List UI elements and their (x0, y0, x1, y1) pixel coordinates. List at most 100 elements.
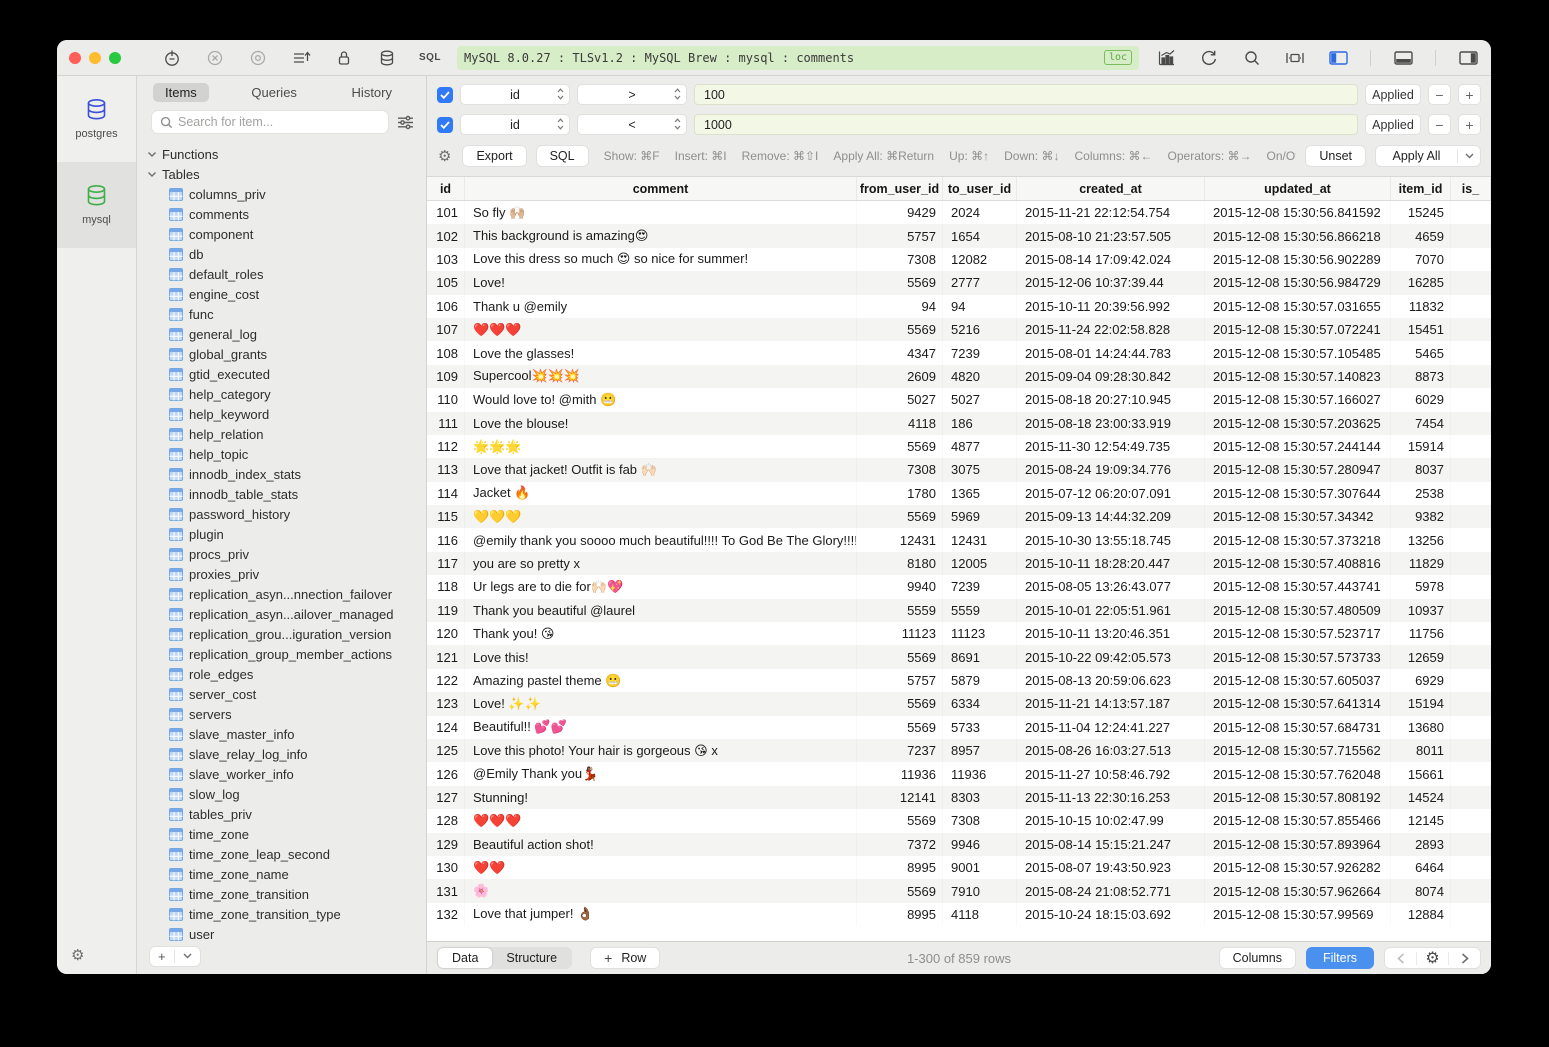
cell-createdat[interactable]: 2015-08-24 21:08:52.771 (1017, 879, 1205, 902)
cell-id[interactable]: 121 (427, 645, 465, 668)
log-icon[interactable] (290, 47, 312, 69)
chevron-down-icon[interactable] (1458, 153, 1480, 159)
cell-createdat[interactable]: 2015-08-05 13:26:43.077 (1017, 575, 1205, 598)
cell-id[interactable]: 106 (427, 295, 465, 318)
cell-itemid[interactable]: 9382 (1391, 505, 1451, 528)
connection-postgres[interactable]: postgres (57, 76, 136, 162)
cell-touserid[interactable]: 9946 (943, 833, 1017, 856)
cell-updatedat[interactable]: 2015-12-08 15:30:57.523717 (1205, 622, 1391, 645)
cell-fromuserid[interactable]: 5569 (857, 505, 943, 528)
cell-fromuserid[interactable]: 4347 (857, 341, 943, 364)
cell-is[interactable] (1451, 388, 1491, 411)
cell-id[interactable]: 123 (427, 692, 465, 715)
cell-fromuserid[interactable]: 8180 (857, 552, 943, 575)
cell-is[interactable] (1451, 271, 1491, 294)
cell-id[interactable]: 114 (427, 482, 465, 505)
cell-createdat[interactable]: 2015-09-04 09:28:30.842 (1017, 365, 1205, 388)
export-button[interactable]: Export (462, 145, 526, 167)
filters-button[interactable]: Filters (1306, 947, 1374, 969)
cell-updatedat[interactable]: 2015-12-08 15:30:56.866218 (1205, 224, 1391, 247)
filter-operator-select[interactable]: > (577, 84, 687, 105)
table-row[interactable]: 114Jacket 🔥178013652015-07-12 06:20:07.0… (427, 482, 1491, 505)
sidebar-table-time-zone-leap-second[interactable]: time_zone_leap_second (147, 844, 426, 864)
cell-updatedat[interactable]: 2015-12-08 15:30:56.841592 (1205, 201, 1391, 224)
add-item-button[interactable]: + (149, 946, 201, 967)
sidebar-table-help-topic[interactable]: help_topic (147, 444, 426, 464)
cell-touserid[interactable]: 5027 (943, 388, 1017, 411)
cell-fromuserid[interactable]: 5569 (857, 809, 943, 832)
cell-updatedat[interactable]: 2015-12-08 15:30:57.031655 (1205, 295, 1391, 318)
cell-touserid[interactable]: 11123 (943, 622, 1017, 645)
table-row[interactable]: 101So fly 🙌🏼942920242015-11-21 22:12:54.… (427, 201, 1491, 224)
cell-comment[interactable]: 🌸 (465, 879, 857, 902)
cell-createdat[interactable]: 2015-11-21 22:12:54.754 (1017, 201, 1205, 224)
cell-id[interactable]: 131 (427, 879, 465, 902)
cell-is[interactable] (1451, 528, 1491, 551)
cell-fromuserid[interactable]: 5569 (857, 716, 943, 739)
sidebar-table-help-relation[interactable]: help_relation (147, 424, 426, 444)
sidebar-table-slave-relay-log-info[interactable]: slave_relay_log_info (147, 744, 426, 764)
cell-createdat[interactable]: 2015-08-10 21:23:57.505 (1017, 224, 1205, 247)
cell-is[interactable] (1451, 365, 1491, 388)
column-header-id[interactable]: id (427, 177, 465, 200)
cell-fromuserid[interactable]: 11123 (857, 622, 943, 645)
watch-icon[interactable] (247, 47, 269, 69)
filter-settings-gear-icon[interactable]: ⚙ (438, 147, 451, 165)
table-row[interactable]: 112🌟🌟🌟556948772015-11-30 12:54:49.735201… (427, 435, 1491, 458)
cell-createdat[interactable]: 2015-08-18 23:00:33.919 (1017, 412, 1205, 435)
column-header-fromuserid[interactable]: from_user_id (857, 177, 943, 200)
chevron-down-icon[interactable] (175, 953, 200, 959)
cell-is[interactable] (1451, 552, 1491, 575)
cell-touserid[interactable]: 4820 (943, 365, 1017, 388)
cell-itemid[interactable]: 15661 (1391, 762, 1451, 785)
table-row[interactable]: 132Love that jumper! 👌🏾899541182015-10-2… (427, 903, 1491, 926)
cell-is[interactable] (1451, 482, 1491, 505)
sidebar-table-user[interactable]: user (147, 924, 426, 942)
filter-sliders-icon[interactable] (397, 115, 414, 130)
cell-itemid[interactable]: 15245 (1391, 201, 1451, 224)
tab-data[interactable]: Data (438, 948, 492, 968)
sql-button[interactable]: SQL (536, 145, 589, 167)
filter-operator-select[interactable]: < (577, 114, 687, 135)
cell-itemid[interactable]: 13256 (1391, 528, 1451, 551)
cell-comment[interactable]: Love the blouse! (465, 412, 857, 435)
cell-comment[interactable]: @emily thank you soooo much beautiful!!!… (465, 528, 857, 551)
cell-is[interactable] (1451, 201, 1491, 224)
cell-touserid[interactable]: 7239 (943, 575, 1017, 598)
cell-itemid[interactable]: 7070 (1391, 248, 1451, 271)
cell-fromuserid[interactable]: 5027 (857, 388, 943, 411)
cell-id[interactable]: 124 (427, 716, 465, 739)
cell-createdat[interactable]: 2015-11-27 10:58:46.792 (1017, 762, 1205, 785)
filter-column-select[interactable]: id (460, 114, 570, 135)
cell-touserid[interactable]: 1654 (943, 224, 1017, 247)
cell-is[interactable] (1451, 856, 1491, 879)
lock-icon[interactable] (333, 47, 355, 69)
sidebar-table-slow-log[interactable]: slow_log (147, 784, 426, 804)
cell-touserid[interactable]: 2777 (943, 271, 1017, 294)
table-row[interactable]: 130❤️❤️899590012015-08-07 19:43:50.92320… (427, 856, 1491, 879)
sidebar-table-db[interactable]: db (147, 244, 426, 264)
cell-itemid[interactable]: 6464 (1391, 856, 1451, 879)
cell-comment[interactable]: Would love to! @mith 😬 (465, 388, 857, 411)
cell-updatedat[interactable]: 2015-12-08 15:30:57.893964 (1205, 833, 1391, 856)
cell-updatedat[interactable]: 2015-12-08 15:30:57.280947 (1205, 458, 1391, 481)
table-row[interactable]: 128❤️❤️❤️556973082015-10-15 10:02:47.992… (427, 809, 1491, 832)
cell-is[interactable] (1451, 879, 1491, 902)
cell-createdat[interactable]: 2015-10-15 10:02:47.99 (1017, 809, 1205, 832)
tree-section-functions[interactable]: Functions (147, 144, 426, 164)
cell-itemid[interactable]: 11756 (1391, 622, 1451, 645)
cell-comment[interactable]: Thank you! 😘 (465, 622, 857, 645)
filter-enabled-checkbox[interactable] (437, 117, 453, 133)
cell-touserid[interactable]: 12082 (943, 248, 1017, 271)
cell-fromuserid[interactable]: 9940 (857, 575, 943, 598)
cell-touserid[interactable]: 5969 (943, 505, 1017, 528)
cell-updatedat[interactable]: 2015-12-08 15:30:57.307644 (1205, 482, 1391, 505)
cell-touserid[interactable]: 8957 (943, 739, 1017, 762)
cell-createdat[interactable]: 2015-08-07 19:43:50.923 (1017, 856, 1205, 879)
cell-updatedat[interactable]: 2015-12-08 15:30:57.715562 (1205, 739, 1391, 762)
table-row[interactable]: 123Love! ✨✨556963342015-11-21 14:13:57.1… (427, 692, 1491, 715)
cell-updatedat[interactable]: 2015-12-08 15:30:57.855466 (1205, 809, 1391, 832)
add-filter-button[interactable]: + (1458, 114, 1481, 135)
cell-updatedat[interactable]: 2015-12-08 15:30:57.443741 (1205, 575, 1391, 598)
cell-is[interactable] (1451, 762, 1491, 785)
